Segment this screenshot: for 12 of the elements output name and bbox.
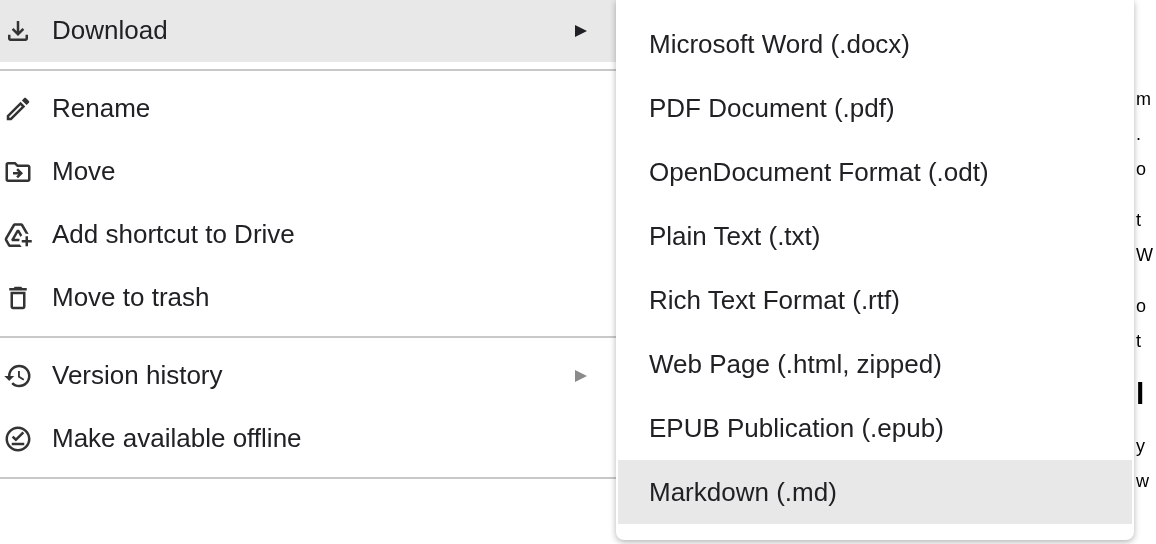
document-text: o xyxy=(1136,295,1147,318)
document-heading: l xyxy=(1136,376,1146,412)
menu-item[interactable]: Download xyxy=(0,0,616,62)
submenu-item[interactable]: Markdown (.md) xyxy=(618,460,1132,524)
document-text: t xyxy=(1136,209,1142,232)
document-text: m xyxy=(1136,88,1152,111)
document-text: o xyxy=(1136,158,1147,181)
document-text: . xyxy=(1136,123,1142,146)
document-text: y xyxy=(1136,435,1146,458)
document-text: t xyxy=(1136,330,1142,353)
document-text: w xyxy=(1136,470,1150,493)
document-text: W xyxy=(1136,244,1154,267)
